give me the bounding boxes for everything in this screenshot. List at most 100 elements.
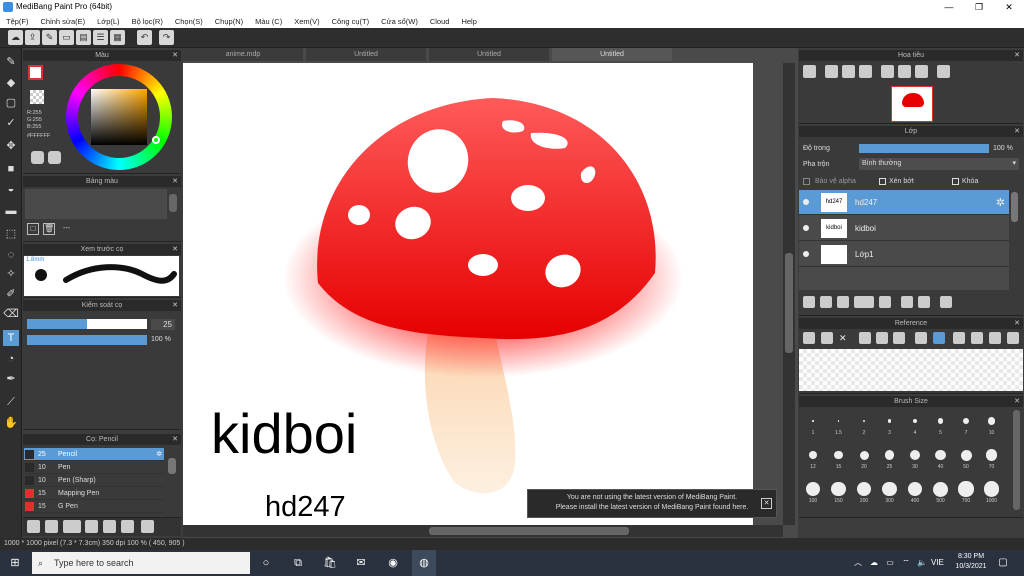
close-icon[interactable]: ✕ — [172, 244, 178, 255]
close-icon[interactable]: ✕ — [172, 434, 178, 445]
battery-icon[interactable]: ▭ — [882, 555, 898, 571]
magic-tool-icon[interactable]: ✓ — [3, 115, 19, 131]
vertical-scrollbar[interactable] — [783, 63, 795, 525]
brush-size-option[interactable]: 30 — [905, 446, 925, 470]
brush-size-option[interactable]: 700 — [956, 480, 976, 504]
menu-filter[interactable]: Bộ lọc(R) — [126, 14, 169, 28]
flip-icon[interactable] — [971, 332, 983, 344]
fill-rect-icon[interactable]: ■ — [3, 161, 19, 177]
list-icon[interactable]: ☰ — [93, 30, 108, 45]
scrollbar[interactable] — [168, 458, 176, 474]
chevron-up-icon[interactable]: ︿ — [850, 555, 866, 571]
zoom-in-icon[interactable] — [859, 332, 871, 344]
clock[interactable]: 8:30 PM 10/3/2021 — [955, 553, 987, 570]
mail-icon[interactable]: ✉ — [353, 555, 369, 571]
add-brush-icon[interactable] — [45, 520, 58, 533]
eyedropper-icon[interactable] — [915, 332, 927, 344]
color-mode-icon[interactable] — [31, 151, 44, 164]
brush-size-option[interactable]: 25 — [880, 446, 900, 470]
trash-icon[interactable]: 🗑 — [43, 223, 55, 235]
add-layer-menu-icon[interactable] — [854, 296, 874, 308]
brush-size-option[interactable]: 15 — [829, 446, 849, 470]
palette-icon[interactable] — [48, 151, 61, 164]
menu-snap[interactable]: Chụp(N) — [209, 14, 249, 28]
blend-mode-select[interactable]: Bình thường ▾ — [859, 158, 1019, 170]
fit-icon[interactable] — [842, 65, 855, 78]
eye-icon[interactable] — [803, 199, 809, 205]
chrome-icon[interactable]: ◍ — [412, 550, 436, 576]
zoom-out-icon[interactable] — [803, 65, 816, 78]
brush-size-option[interactable]: 500 — [931, 480, 951, 504]
rotate-left-icon[interactable] — [881, 65, 894, 78]
brush-settings-icon[interactable] — [27, 520, 40, 533]
close-icon[interactable]: ✕ — [839, 332, 851, 344]
language-indicator[interactable]: VIE — [931, 558, 944, 567]
trash-icon[interactable] — [940, 296, 952, 308]
select-tool-icon[interactable]: ⬚ — [3, 226, 19, 242]
close-icon[interactable]: ✕ — [1014, 396, 1020, 407]
close-icon[interactable]: ✕ — [172, 50, 178, 61]
trash-icon[interactable] — [141, 520, 154, 533]
brush-list-item[interactable]: 10 Pen — [24, 461, 164, 474]
clipping-checkbox[interactable] — [879, 178, 886, 185]
merge-layer-icon[interactable] — [918, 296, 930, 308]
lasso-tool-icon[interactable]: ◌ — [3, 247, 19, 263]
store-icon[interactable]: 🛍 — [322, 555, 338, 571]
brush-size-option[interactable]: 40 — [931, 446, 951, 470]
gradient-tool-icon[interactable]: ▬ — [3, 203, 19, 219]
select-pen-icon[interactable]: ✐ — [3, 286, 19, 302]
close-button[interactable]: ✕ — [994, 0, 1024, 14]
menu-file[interactable]: Tệp(F) — [0, 14, 35, 28]
network-icon[interactable]: ☁ — [866, 555, 882, 571]
minimize-button[interactable]: — — [934, 0, 964, 14]
tab-untitled-3[interactable]: Untitled — [552, 48, 672, 61]
wand-tool-icon[interactable]: ✧ — [3, 266, 19, 282]
fit-icon[interactable] — [876, 332, 888, 344]
brush-size-option[interactable]: 100 — [803, 480, 823, 504]
brush-size-option[interactable]: 4 — [905, 412, 925, 436]
gear-icon[interactable]: ✲ — [996, 196, 1005, 209]
background-color-swatch[interactable] — [30, 90, 44, 104]
eye-icon[interactable] — [803, 251, 809, 257]
notification-icon[interactable]: ▢ — [995, 555, 1011, 571]
menu-layer[interactable]: Lớp(L) — [91, 14, 125, 28]
task-view-icon[interactable]: ○ — [258, 555, 274, 571]
menu-window[interactable]: Cửa sổ(W) — [375, 14, 424, 28]
close-icon[interactable]: ✕ — [172, 300, 178, 311]
move-tool-icon[interactable]: ✥ — [3, 138, 19, 154]
new-8bit-layer-icon[interactable] — [820, 296, 832, 308]
volume-icon[interactable]: 🔈 — [914, 555, 930, 571]
brush-size-option[interactable]: 3 — [880, 412, 900, 436]
balloon-tool-icon[interactable]: ◔ — [3, 351, 19, 367]
scrollbar[interactable] — [1011, 192, 1018, 222]
close-icon[interactable]: ✕ — [761, 498, 772, 509]
update-notice[interactable]: You are not using the latest version of … — [527, 489, 777, 518]
brush-size-option[interactable]: 1 — [803, 412, 823, 436]
gear-icon[interactable]: ✲ — [156, 448, 162, 461]
undo-icon[interactable]: ↶ — [137, 30, 152, 45]
size-value[interactable]: 25 — [151, 319, 175, 330]
brush-size-option[interactable]: 7 — [956, 412, 976, 436]
layer-opacity-slider[interactable] — [859, 144, 989, 153]
scrollbar[interactable] — [169, 194, 177, 212]
brush-size-option[interactable]: 20 — [854, 446, 874, 470]
task-switcher-icon[interactable]: ⧉ — [290, 555, 306, 571]
wifi-icon[interactable]: ⌔ — [898, 555, 914, 571]
chat-icon[interactable]: ▭ — [59, 30, 74, 45]
menu-cloud[interactable]: Cloud — [424, 14, 456, 28]
rotate-left-icon[interactable] — [953, 332, 965, 344]
protect-alpha-checkbox[interactable] — [803, 178, 810, 185]
taskbar-search[interactable]: ⌕ Type here to search — [32, 552, 250, 574]
brush-size-option[interactable]: 10 — [982, 412, 1002, 436]
layer-row[interactable]: hd247 hd247 ✲ — [799, 190, 1009, 215]
maximize-button[interactable]: ❐ — [964, 0, 994, 14]
bucket-tool-icon[interactable]: ◒ — [3, 181, 19, 197]
rotate-right-icon[interactable] — [915, 65, 928, 78]
brush-size-option[interactable]: 2 — [854, 412, 874, 436]
folder-icon[interactable] — [103, 520, 116, 533]
close-icon[interactable]: ✕ — [172, 176, 178, 187]
tab-untitled-2[interactable]: Untitled — [429, 48, 549, 61]
menu-color[interactable]: Màu (C) — [249, 14, 288, 28]
rotate-right-icon[interactable] — [989, 332, 1001, 344]
redo-icon[interactable]: ↷ — [159, 30, 174, 45]
